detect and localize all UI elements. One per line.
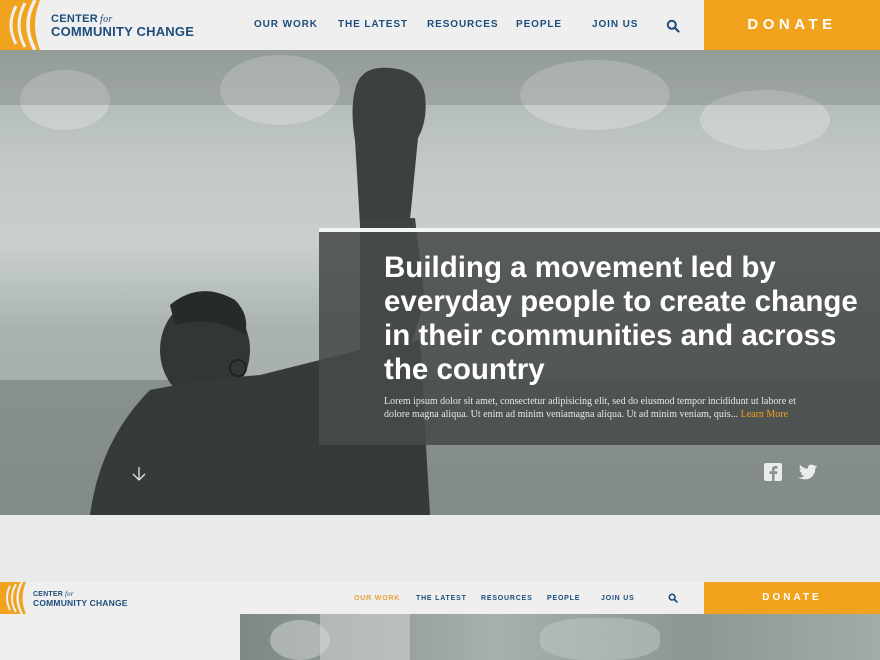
nav2-people[interactable]: PEOPLE <box>547 595 580 602</box>
page: CENTER for COMMUNITY CHANGE OUR WORK THE … <box>0 0 880 660</box>
donate-button[interactable]: DONATE <box>704 0 880 50</box>
crowd-highlight <box>540 618 660 660</box>
nav2-our-work[interactable]: OUR WORK <box>354 595 400 602</box>
sticky-header: CENTER for COMMUNITY CHANGE OUR WORK THE … <box>0 582 880 614</box>
logo-small-line1: CENTER for <box>33 590 74 598</box>
nav-people[interactable]: PEOPLE <box>516 19 562 30</box>
search-icon[interactable] <box>668 593 678 603</box>
nav2-resources[interactable]: RESOURCES <box>481 595 533 602</box>
twitter-icon[interactable] <box>798 464 818 481</box>
nav2-join-us[interactable]: JOIN US <box>601 595 635 602</box>
facebook-icon[interactable] <box>764 463 782 481</box>
hero-panel: Building a movement led by everyday peop… <box>319 228 880 445</box>
protest-sign <box>320 614 410 660</box>
logo-line2: COMMUNITY CHANGE <box>51 24 195 39</box>
logo-arcs-icon <box>0 0 46 50</box>
nav2-the-latest[interactable]: THE LATEST <box>416 595 467 602</box>
hero-title: Building a movement led by everyday peop… <box>384 251 858 386</box>
site-logo[interactable]: CENTER for COMMUNITY CHANGE <box>0 0 210 50</box>
donate-button-small[interactable]: DONATE <box>704 582 880 614</box>
secondary-sidebar-area <box>0 614 240 660</box>
secondary-hero-photo <box>240 614 880 660</box>
arrow-down-icon[interactable] <box>129 464 149 484</box>
hero-body: Lorem ipsum dolor sit amet, consectetur … <box>384 395 814 421</box>
search-icon[interactable] <box>666 19 680 33</box>
logo-arcs-icon <box>0 582 30 614</box>
nav-join-us[interactable]: JOIN US <box>592 19 638 30</box>
hero-section: Building a movement led by everyday peop… <box>0 50 880 515</box>
logo-small-line2: COMMUNITY CHANGE <box>33 598 128 608</box>
nav-resources[interactable]: RESOURCES <box>427 19 498 30</box>
nav-our-work[interactable]: OUR WORK <box>254 19 318 30</box>
nav-the-latest[interactable]: THE LATEST <box>338 19 408 30</box>
site-header: CENTER for COMMUNITY CHANGE OUR WORK THE … <box>0 0 880 50</box>
learn-more-link[interactable]: Learn More <box>741 409 788 420</box>
hero-body-text: Lorem ipsum dolor sit amet, consectetur … <box>384 396 796 420</box>
